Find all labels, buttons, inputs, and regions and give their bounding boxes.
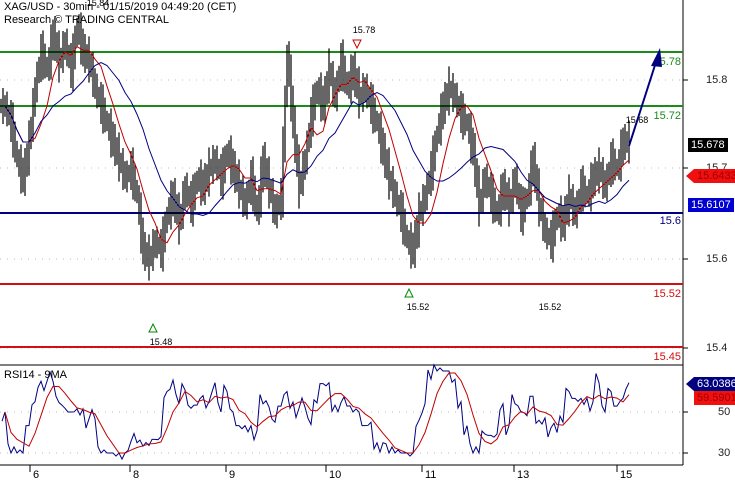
level-label: 15.6	[660, 215, 681, 227]
price-annotation: 15.52	[539, 302, 562, 312]
buy-signal-icon	[404, 287, 414, 298]
forecast-arrow	[628, 61, 657, 147]
price-annotation: 15.48	[150, 337, 173, 347]
rsi-value-badge: 63.0386	[694, 377, 735, 391]
level-label: 15.72	[653, 110, 681, 122]
chart-title: XAG/USD - 30min - 01/15/2019 04:49:20 (C…	[4, 1, 237, 13]
rsi-tick: 30	[718, 447, 731, 459]
x-tick-label: 11	[425, 469, 436, 480]
level-label: 15.45	[653, 351, 681, 363]
rsi-ma-badge: 59.5901	[694, 391, 735, 405]
price-annotation: 15.52	[407, 302, 430, 312]
ma-slow-badge: 15.6107	[688, 198, 734, 212]
y-tick: 15.8	[706, 74, 728, 86]
rsi-ma-line	[4, 372, 630, 454]
price-chart: 6 8 9 10 11 13 1515.7815.7215.615.5215.4515.84…	[0, 0, 694, 480]
y-tick: 15.4	[706, 342, 728, 354]
badge-pointer-icon	[686, 377, 694, 391]
sell-signal-icon	[352, 39, 362, 50]
level-label: 15.52	[653, 288, 681, 300]
buy-signal-icon	[148, 322, 158, 333]
x-tick-label: 15	[620, 469, 632, 480]
rsi-label: RSI14 - 9MA	[4, 369, 67, 381]
badge-pointer-icon	[686, 169, 694, 183]
x-tick-label: 9	[229, 469, 235, 480]
x-tick-label: 6	[33, 469, 39, 480]
x-tick-label: 8	[133, 469, 139, 480]
price-annotation: 15.78	[353, 25, 376, 35]
x-tick-label: 10	[329, 469, 341, 480]
y-tick: 15.6	[706, 253, 728, 265]
price-annotation: 15.68	[626, 115, 649, 125]
last-price-badge: 15.678	[688, 138, 728, 152]
chart-subtitle: Research © TRADING CENTRAL	[4, 14, 169, 26]
x-tick-label: 13	[517, 469, 529, 480]
ma-fast-badge: 15.6433	[694, 169, 735, 183]
rsi-tick: 50	[718, 406, 731, 418]
